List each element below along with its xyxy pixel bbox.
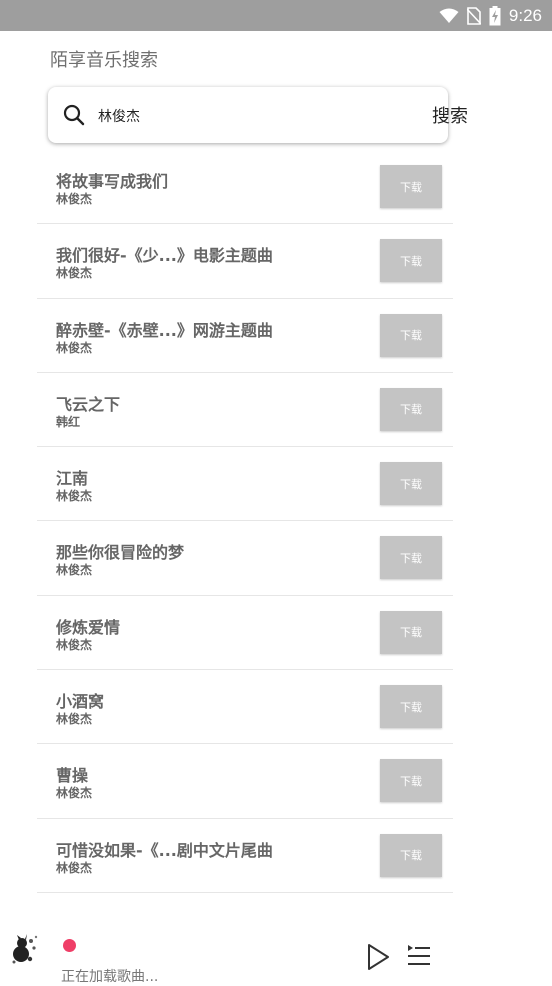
wifi-icon xyxy=(439,8,459,23)
song-title: 小酒窝 xyxy=(56,692,105,712)
song-artist: 林俊杰 xyxy=(56,266,93,281)
result-row[interactable]: 可惜没如果-《...剧中文片尾曲 林俊杰 下载 xyxy=(37,819,453,893)
song-title: 江南 xyxy=(56,469,89,489)
download-button[interactable]: 下载 xyxy=(380,387,442,431)
song-artist: 林俊杰 xyxy=(56,712,93,727)
song-title: 那些你很冒险的梦 xyxy=(56,543,185,563)
song-artist: 林俊杰 xyxy=(56,563,93,578)
song-artist: 林俊杰 xyxy=(56,340,93,355)
download-button[interactable]: 下载 xyxy=(380,462,442,506)
song-artist: 林俊杰 xyxy=(56,637,93,652)
download-button[interactable]: 下载 xyxy=(380,685,442,729)
page-title: 陌享音乐搜索 xyxy=(50,50,158,71)
download-button[interactable]: 下载 xyxy=(380,759,442,803)
result-row[interactable]: 江南 林俊杰 下载 xyxy=(37,447,453,522)
song-title: 飞云之下 xyxy=(56,394,121,414)
status-icons: 9:26 xyxy=(439,4,542,28)
song-artist: 韩红 xyxy=(56,414,81,429)
result-row[interactable]: 那些你很冒险的梦 林俊杰 下载 xyxy=(37,521,453,596)
loading-text: 正在加载歌曲... xyxy=(61,969,159,985)
play-icon[interactable] xyxy=(365,943,391,971)
result-list: 将故事写成我们 林俊杰 下载 我们很好-《少...》电影主题曲 林俊杰 下载 醉… xyxy=(37,150,453,893)
status-dot xyxy=(63,939,76,952)
download-button[interactable]: 下载 xyxy=(380,239,442,283)
search-box: 搜索 xyxy=(48,87,468,143)
search-button[interactable]: 搜索 xyxy=(420,100,480,130)
result-row[interactable]: 曹操 林俊杰 下载 xyxy=(37,744,453,819)
status-bar: 9:26 xyxy=(0,0,552,31)
search-input[interactable] xyxy=(98,104,368,128)
song-title: 曹操 xyxy=(56,766,89,786)
download-button[interactable]: 下载 xyxy=(380,833,442,877)
result-row[interactable]: 小酒窝 林俊杰 下载 xyxy=(37,670,453,745)
song-title: 将故事写成我们 xyxy=(56,172,169,191)
result-row[interactable]: 醉赤壁-《赤壁...》网游主题曲 林俊杰 下载 xyxy=(37,299,453,373)
result-row[interactable]: 将故事写成我们 林俊杰 下载 xyxy=(37,150,453,225)
status-time: 9:26 xyxy=(508,6,542,25)
song-title: 可惜没如果-《...剧中文片尾曲 xyxy=(56,840,273,860)
download-button[interactable]: 下载 xyxy=(380,610,442,654)
result-row[interactable]: 我们很好-《少...》电影主题曲 林俊杰 下载 xyxy=(37,224,453,299)
song-artist: 林俊杰 xyxy=(56,489,93,504)
song-title: 修炼爱情 xyxy=(56,617,121,637)
song-artist: 林俊杰 xyxy=(56,192,93,206)
song-title: 醉赤壁-《赤壁...》网游主题曲 xyxy=(56,320,273,340)
download-button[interactable]: 下载 xyxy=(380,536,442,580)
song-artist: 林俊杰 xyxy=(56,860,93,875)
song-title: 我们很好-《少...》电影主题曲 xyxy=(56,246,273,266)
result-row[interactable]: 修炼爱情 林俊杰 下载 xyxy=(37,596,453,671)
album-art[interactable] xyxy=(10,932,40,966)
search-icon xyxy=(63,104,85,126)
battery-charging-icon xyxy=(489,6,501,26)
result-row[interactable]: 飞云之下 韩红 下载 xyxy=(37,373,453,448)
song-artist: 林俊杰 xyxy=(56,786,93,801)
no-sim-icon xyxy=(466,7,481,25)
download-button[interactable]: 下载 xyxy=(380,313,442,357)
download-button[interactable]: 下载 xyxy=(380,165,442,208)
playlist-icon[interactable] xyxy=(406,944,431,968)
player-bar: 正在加载歌曲... xyxy=(0,918,552,985)
